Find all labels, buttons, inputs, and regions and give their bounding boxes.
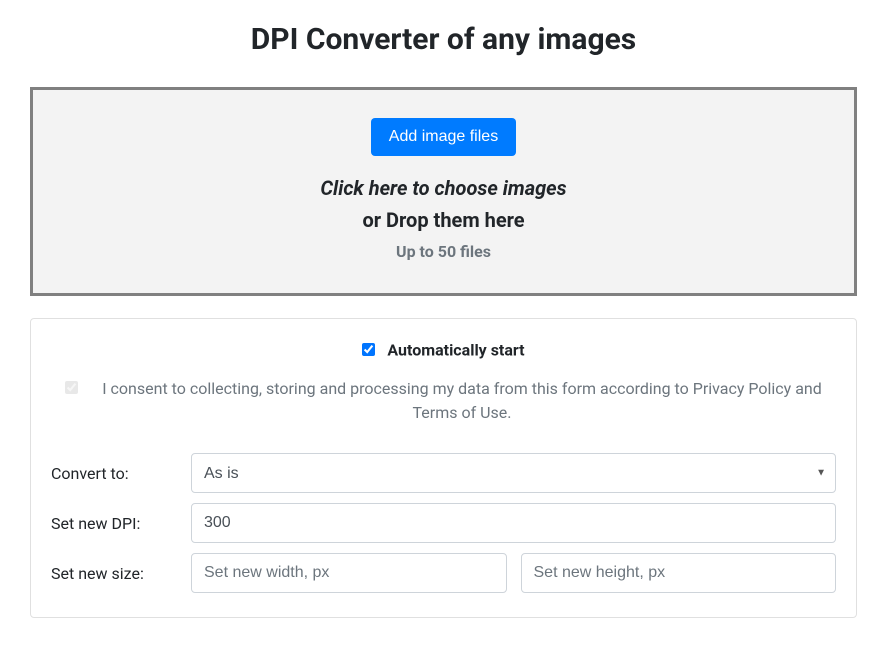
dropzone-hint-click: Click here to choose images [53,176,834,200]
width-input[interactable] [191,553,507,593]
dpi-input[interactable] [191,503,836,543]
size-label: Set new size: [51,564,191,583]
page-title: DPI Converter of any images [30,22,857,57]
dpi-row: Set new DPI: [51,503,836,543]
consent-checkbox[interactable] [65,381,78,394]
auto-start-checkbox[interactable] [362,343,375,356]
consent-text: I consent to collecting, storing and pro… [102,377,822,425]
dropzone-hint-limit: Up to 50 files [53,242,834,261]
height-input[interactable] [521,553,837,593]
convert-to-select[interactable]: As is [191,453,836,493]
options-card: Automatically start I consent to collect… [30,318,857,618]
size-row: Set new size: [51,553,836,593]
dpi-label: Set new DPI: [51,514,191,533]
consent-row: I consent to collecting, storing and pro… [51,377,836,425]
auto-start-label: Automatically start [387,340,524,359]
convert-to-label: Convert to: [51,464,191,483]
dropzone[interactable]: Add image files Click here to choose ima… [30,87,857,296]
convert-to-row: Convert to: As is ▼ [51,453,836,493]
auto-start-row: Automatically start [51,339,836,359]
add-image-button[interactable]: Add image files [371,118,516,156]
dropzone-hint-drop: or Drop them here [53,208,834,232]
